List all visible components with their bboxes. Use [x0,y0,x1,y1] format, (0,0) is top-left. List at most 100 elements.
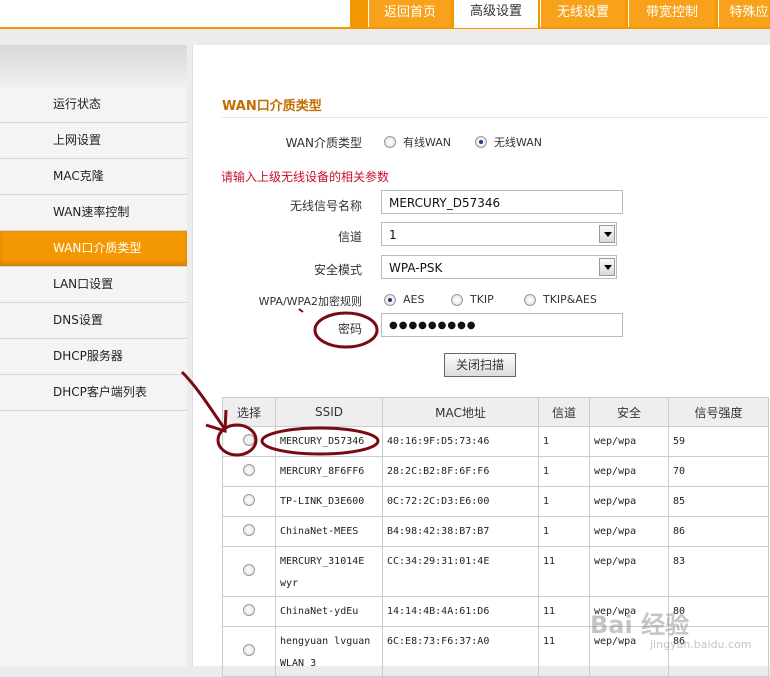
table-header-row: 选择 SSID MAC地址 信道 安全 信号强度 [222,397,769,427]
watermark-url: jingyan.baidu.com [650,638,752,651]
row-select-cell [222,546,276,597]
notice-text: 请输入上级无线设备的相关参数 [221,170,390,184]
col-security: 安全 [589,397,669,427]
sidebar-item-wan-rate[interactable]: WAN速率控制 [0,195,187,231]
chevron-down-icon[interactable] [599,225,615,243]
channel-cell: 1 [538,486,590,517]
sidebar-item-dhcp-server[interactable]: DHCP服务器 [0,339,187,375]
sidebar-item-wan-media[interactable]: WAN口介质类型 [0,231,187,267]
signal-cell: 70 [668,456,769,487]
encryption-aes-radio[interactable] [384,294,396,306]
security-mode-select[interactable]: WPA-PSK [381,255,617,279]
media-wired-radio[interactable] [384,136,396,148]
mac-cell: B4:98:42:38:B7:B7 [382,516,539,547]
watermark-logo: Bai 经验 [590,611,690,639]
row-select-cell [222,516,276,547]
col-mac: MAC地址 [382,397,539,427]
media-wired-label: 有线WAN [403,136,452,149]
encryption-tkip-aes-radio[interactable] [524,294,536,306]
row-select-radio[interactable] [243,564,255,576]
row-select-cell [222,456,276,487]
sidebar-item-internet-settings[interactable]: 上网设置 [0,123,187,159]
signal-cell: 86 [668,516,769,547]
table-row[interactable]: MERCURY_31014E wyr CC:34:29:31:01:4E 11 … [222,546,769,597]
ssid-cell: MERCURY_31014E wyr [275,546,383,597]
channel-label: 信道 [337,230,362,244]
sidebar-item-status[interactable]: 运行状态 [0,87,187,123]
ssid-label: 无线信号名称 [289,199,362,213]
ssid-cell: TP-LINK_D3E600 [275,486,383,517]
encryption-tkip-label: TKIP [470,293,494,306]
mac-cell: 14:14:4B:4A:61:D6 [382,596,539,627]
sidebar-item-dns[interactable]: DNS设置 [0,303,187,339]
security-cell: wep/wpa [589,456,669,487]
mac-cell: 28:2C:B2:8F:6F:F6 [382,456,539,487]
table-row[interactable]: MERCURY_8F6FF6 28:2C:B2:8F:6F:F6 1 wep/w… [222,456,769,487]
signal-cell: 59 [668,426,769,457]
close-scan-button[interactable]: 关闭扫描 [444,353,516,377]
title-divider [222,117,767,118]
ssid-input[interactable]: MERCURY_D57346 [381,190,623,214]
row-select-cell [222,426,276,457]
channel-cell: 1 [538,426,590,457]
row-select-radio[interactable] [243,524,255,536]
ssid-cell: MERCURY_D57346 [275,426,383,457]
password-input[interactable]: ●●●●●●●●● [381,313,623,337]
channel-cell: 1 [538,456,590,487]
row-select-radio[interactable] [243,604,255,616]
tab-wireless-settings[interactable]: 无线设置 [540,0,625,27]
ssid-cell: ChinaNet-MEES [275,516,383,547]
media-wireless-label: 无线WAN [494,136,543,149]
row-select-cell [222,486,276,517]
password-label: 密码 [337,322,362,336]
row-select-cell [222,626,276,677]
encryption-tkip-radio[interactable] [451,294,463,306]
row-select-radio[interactable] [243,494,255,506]
chevron-down-icon[interactable] [599,258,615,276]
encryption-rule-label: WPA/WPA2加密规则 [258,295,362,308]
mac-cell: 40:16:9F:D5:73:46 [382,426,539,457]
table-row[interactable]: TP-LINK_D3E600 0C:72:2C:D3:E6:00 1 wep/w… [222,486,769,517]
sidebar-item-mac-clone[interactable]: MAC克隆 [0,159,187,195]
channel-value: 1 [389,228,397,242]
signal-cell: 85 [668,486,769,517]
ssid-cell: MERCURY_8F6FF6 [275,456,383,487]
encryption-tkip-aes-label: TKIP&AES [543,293,597,306]
channel-cell: 11 [538,546,590,597]
mac-cell: 0C:72:2C:D3:E6:00 [382,486,539,517]
mac-cell: 6C:E8:73:F6:37:A0 [382,626,539,677]
channel-select[interactable]: 1 [381,222,617,246]
media-wireless-radio[interactable] [475,136,487,148]
security-cell: wep/wpa [589,426,669,457]
col-select: 选择 [222,397,276,427]
top-nav: 返回首页 高级设置 无线设置 带宽控制 特殊应 [0,0,770,29]
sidebar-item-dhcp-clients[interactable]: DHCP客户端列表 [0,375,187,411]
col-signal: 信号强度 [668,397,769,427]
tab-bandwidth-control[interactable]: 带宽控制 [628,0,715,27]
security-cell: wep/wpa [589,546,669,597]
table-row[interactable]: MERCURY_D57346 40:16:9F:D5:73:46 1 wep/w… [222,426,769,457]
encryption-aes-label: AES [403,293,425,306]
sidebar-header [0,45,187,87]
ssid-cell: ChinaNet-ydEu [275,596,383,627]
ssid-cell: hengyuan lvguan WLAN 3 [275,626,383,677]
tab-advanced-settings[interactable]: 高级设置 [452,0,540,28]
col-ssid: SSID [275,397,383,427]
row-select-radio[interactable] [243,464,255,476]
table-row[interactable]: ChinaNet-MEES B4:98:42:38:B7:B7 1 wep/wp… [222,516,769,547]
tab-special-apps[interactable]: 特殊应 [718,0,770,27]
signal-cell: 83 [668,546,769,597]
row-select-radio[interactable] [243,434,255,446]
sidebar-item-lan[interactable]: LAN口设置 [0,267,187,303]
channel-cell: 1 [538,516,590,547]
security-mode-label: 安全模式 [313,263,362,277]
page-title: WAN口介质类型 [222,99,322,114]
channel-cell: 11 [538,626,590,677]
sidebar: 运行状态 上网设置 MAC克隆 WAN速率控制 WAN口介质类型 LAN口设置 … [0,45,187,666]
security-cell: wep/wpa [589,516,669,547]
security-cell: wep/wpa [589,486,669,517]
tab-home[interactable]: 返回首页 [368,0,451,27]
channel-cell: 11 [538,596,590,627]
row-select-radio[interactable] [243,644,255,656]
col-channel: 信道 [538,397,590,427]
